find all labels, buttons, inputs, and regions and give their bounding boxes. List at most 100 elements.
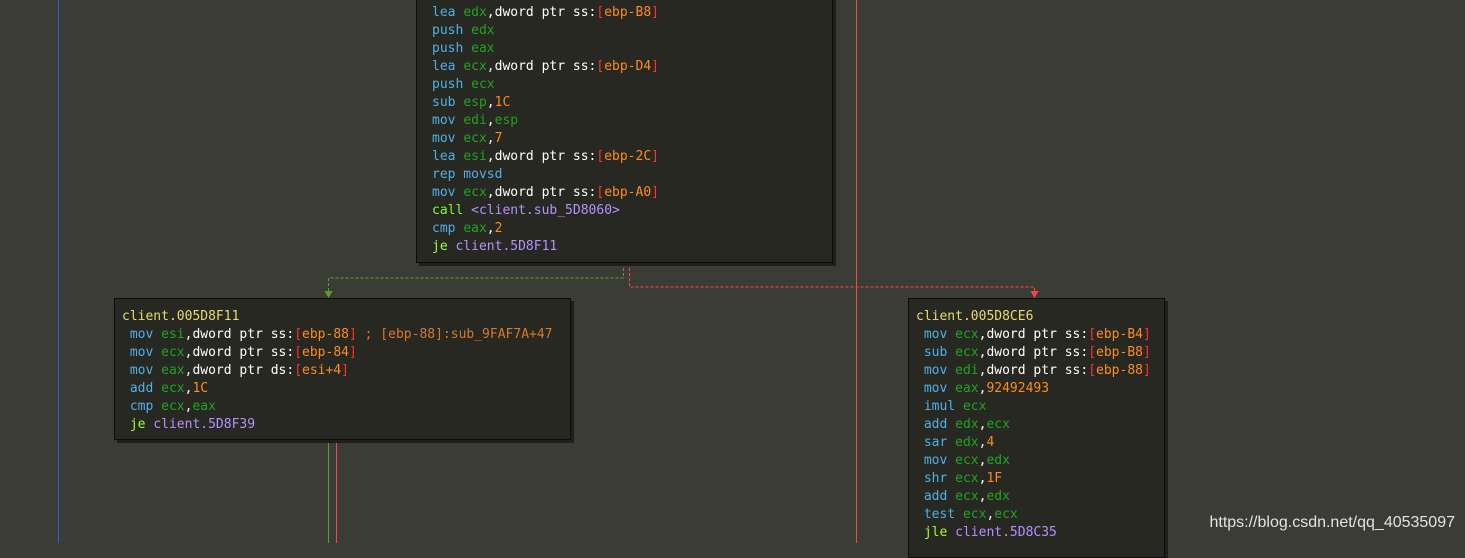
register: ecx (161, 399, 185, 414)
mnemonic: jle (916, 525, 956, 540)
bracket: [ (294, 345, 303, 360)
bracket: ] (651, 149, 659, 164)
mnemonic: cmp (122, 399, 162, 414)
instruction-line[interactable]: mov ecx,dword ptr ss:[ebp-B4] (916, 326, 1151, 344)
operand-value: esi+4 (302, 363, 342, 378)
mnemonic: mov (916, 363, 956, 378)
instruction-line[interactable]: add ecx,1C (122, 380, 208, 398)
instruction-line[interactable]: push ecx (432, 76, 495, 94)
instruction-line[interactable]: add ecx,edx (916, 488, 1010, 506)
instruction-line[interactable]: sub esp,1C (432, 94, 510, 112)
register: ecx (955, 453, 979, 468)
operand-text: dword ptr ss: (494, 5, 597, 20)
block-header[interactable]: client.005D8CE6 (916, 308, 1033, 326)
instruction-line[interactable]: lea edx,dword ptr ss:[ebp-B8] (432, 4, 659, 22)
mnemonic: rep movsd (432, 167, 503, 182)
bracket: [ (1088, 345, 1097, 360)
operand-value: ebp-88 (1096, 363, 1143, 378)
comment: ; [ebp-88]:sub_9FAF7A+47 (356, 327, 553, 342)
edge-false-arrow (1030, 291, 1039, 298)
operand-value: 2 (494, 221, 503, 236)
mnemonic: mov (432, 185, 464, 200)
mnemonic: mov (916, 381, 956, 396)
instruction-line[interactable]: sub ecx,dword ptr ss:[ebp-B8] (916, 344, 1151, 362)
branch-target: client.5D8F11 (455, 239, 558, 254)
mnemonic: add (916, 489, 956, 504)
instruction-line[interactable]: lea esi,dword ptr ss:[ebp-2C] (432, 148, 659, 166)
register: esi (161, 327, 185, 342)
operand-text: dword ptr ss: (192, 345, 295, 360)
instruction-line[interactable]: cmp ecx,eax (122, 398, 216, 416)
operand-text: , (486, 185, 495, 200)
basic-block-005D8F11[interactable]: client.005D8F11 mov esi,dword ptr ss:[eb… (114, 298, 571, 440)
instruction-line[interactable]: cmp eax,2 (432, 220, 502, 238)
register: ecx (955, 471, 979, 486)
basic-block-005D8CE6[interactable]: client.005D8CE6 mov ecx,dword ptr ss:[eb… (908, 298, 1165, 558)
register: ecx (161, 345, 185, 360)
mnemonic: mov (122, 363, 162, 378)
instruction-line[interactable]: rep movsd (432, 166, 502, 184)
mnemonic: mov (916, 327, 956, 342)
register: edx (955, 417, 979, 432)
instruction-line[interactable]: shr ecx,1F (916, 470, 1002, 488)
instruction-line[interactable]: push eax (432, 40, 495, 58)
basic-block-top[interactable]: lea edx,dword ptr ss:[ebp-B8] push edx pus… (416, 0, 833, 263)
instruction-line[interactable]: je client.5D8F39 (122, 416, 255, 434)
operand-value: 1C (192, 381, 209, 396)
instruction-line[interactable]: sar edx,4 (916, 434, 994, 452)
operand-text: dword ptr ss: (986, 363, 1089, 378)
operand-value: ebp-B8 (604, 5, 652, 20)
instruction-line[interactable]: lea ecx,dword ptr ss:[ebp-D4] (432, 58, 659, 76)
operand-text: dword ptr ss: (494, 59, 597, 74)
operand-text: , (486, 59, 495, 74)
instruction-line[interactable]: call <client.sub_5D8060> (432, 202, 620, 220)
register: edx (986, 489, 1010, 504)
instruction-line[interactable]: mov ecx,dword ptr ss:[ebp-A0] (432, 184, 659, 202)
instruction-line[interactable]: jle client.5D8C35 (916, 524, 1057, 542)
bracket: ] (349, 345, 357, 360)
mnemonic: mov (122, 327, 162, 342)
register: esi (463, 149, 487, 164)
mnemonic: call (432, 203, 472, 218)
register: esp (494, 113, 519, 128)
register: ecx (962, 507, 987, 522)
instruction-line[interactable]: mov edi,dword ptr ss:[ebp-88] (916, 362, 1151, 380)
bracket: ] (341, 363, 349, 378)
instruction-line[interactable]: mov ecx,edx (916, 452, 1010, 470)
operand-value: ebp-A0 (604, 185, 652, 200)
register: eax (955, 381, 979, 396)
instruction-line[interactable]: mov ecx,dword ptr ss:[ebp-84] (122, 344, 357, 362)
bracket: [ (294, 327, 303, 342)
instruction-line[interactable]: mov eax,92492493 (916, 380, 1049, 398)
instruction-line[interactable]: add edx,ecx (916, 416, 1010, 434)
instruction-line[interactable]: imul ecx (916, 398, 987, 416)
register: edx (471, 23, 495, 38)
operand-value: 7 (494, 131, 503, 146)
register: eax (463, 221, 487, 236)
branch-target: <client.sub_5D8060> (471, 203, 620, 218)
bracket: [ (1088, 327, 1097, 342)
bracket: ] (651, 185, 659, 200)
mnemonic: sub (916, 345, 956, 360)
block-header[interactable]: client.005D8F11 (122, 308, 239, 326)
register: ecx (471, 77, 495, 92)
instruction-line[interactable]: push edx (432, 22, 495, 40)
register: ecx (962, 399, 987, 414)
instruction-line[interactable]: mov ecx,7 (432, 130, 502, 148)
mnemonic: sub (432, 95, 464, 110)
register: edx (986, 453, 1010, 468)
operand-value: ebp-D4 (604, 59, 652, 74)
instruction-line[interactable]: mov edi,esp (432, 112, 518, 130)
instruction-line[interactable]: mov eax,dword ptr ds:[esi+4] (122, 362, 349, 380)
register: eax (161, 363, 185, 378)
instruction-line[interactable]: mov esi,dword ptr ss:[ebp-88] ; [ebp-88]… (122, 326, 553, 344)
register: edx (463, 5, 487, 20)
mnemonic: push (432, 77, 472, 92)
register: eax (192, 399, 216, 414)
register: ecx (463, 59, 487, 74)
bracket: [ (1088, 363, 1097, 378)
instruction-line[interactable]: je client.5D8F11 (432, 238, 557, 256)
mnemonic: push (432, 23, 472, 38)
instruction-line[interactable]: test ecx,ecx (916, 506, 1018, 524)
operand-text: dword ptr ss: (986, 345, 1089, 360)
